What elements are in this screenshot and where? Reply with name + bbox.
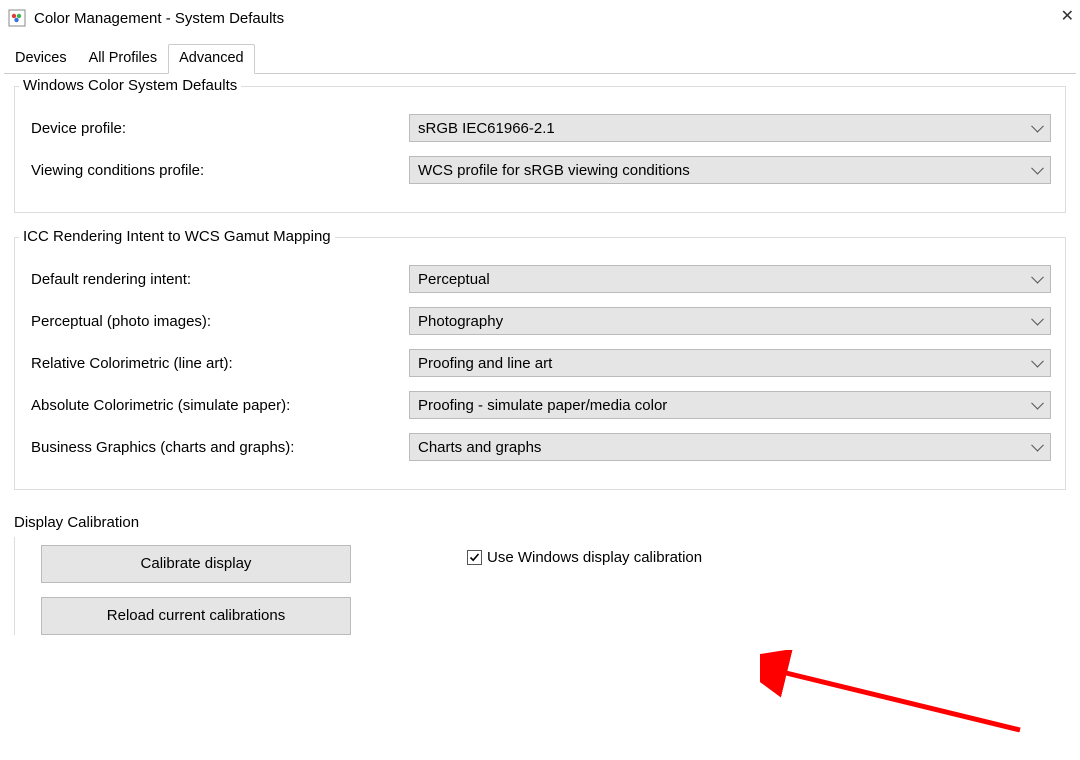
device-profile-select[interactable]: sRGB IEC61966-2.1 xyxy=(409,114,1051,142)
icc-mapping-legend: ICC Rendering Intent to WCS Gamut Mappin… xyxy=(19,228,335,245)
display-calibration-legend: Display Calibration xyxy=(14,514,145,531)
relative-value: Proofing and line art xyxy=(418,355,552,372)
absolute-label: Absolute Colorimetric (simulate paper): xyxy=(29,397,409,414)
wcs-defaults-legend: Windows Color System Defaults xyxy=(19,77,241,94)
calibrate-display-button[interactable]: Calibrate display xyxy=(41,545,351,583)
use-windows-calibration-checkbox-row[interactable]: Use Windows display calibration xyxy=(467,549,702,566)
use-windows-calibration-checkbox[interactable] xyxy=(467,550,482,565)
perceptual-value: Photography xyxy=(418,313,503,330)
default-intent-value: Perceptual xyxy=(418,271,490,288)
default-intent-select[interactable]: Perceptual xyxy=(409,265,1051,293)
business-value: Charts and graphs xyxy=(418,439,541,456)
titlebar: Color Management - System Defaults xyxy=(0,0,1080,36)
icc-mapping-group: ICC Rendering Intent to WCS Gamut Mappin… xyxy=(14,237,1066,490)
display-calibration-group: Display Calibration Calibrate display Re… xyxy=(14,514,1066,635)
wcs-defaults-group: Windows Color System Defaults Device pro… xyxy=(14,86,1066,213)
reload-calibrations-button[interactable]: Reload current calibrations xyxy=(41,597,351,635)
close-icon[interactable]: ✕ xyxy=(1061,6,1074,26)
tab-devices[interactable]: Devices xyxy=(4,44,78,73)
default-intent-label: Default rendering intent: xyxy=(29,271,409,288)
absolute-value: Proofing - simulate paper/media color xyxy=(418,397,667,414)
perceptual-select[interactable]: Photography xyxy=(409,307,1051,335)
relative-label: Relative Colorimetric (line art): xyxy=(29,355,409,372)
viewing-conditions-value: WCS profile for sRGB viewing conditions xyxy=(418,162,690,179)
absolute-select[interactable]: Proofing - simulate paper/media color xyxy=(409,391,1051,419)
use-windows-calibration-label: Use Windows display calibration xyxy=(487,549,702,566)
tab-content: Windows Color System Defaults Device pro… xyxy=(0,74,1080,635)
business-select[interactable]: Charts and graphs xyxy=(409,433,1051,461)
perceptual-label: Perceptual (photo images): xyxy=(29,313,409,330)
business-label: Business Graphics (charts and graphs): xyxy=(29,439,409,456)
tab-all-profiles[interactable]: All Profiles xyxy=(78,44,169,73)
window-title: Color Management - System Defaults xyxy=(34,10,284,27)
relative-select[interactable]: Proofing and line art xyxy=(409,349,1051,377)
tab-advanced[interactable]: Advanced xyxy=(168,44,255,74)
app-icon xyxy=(8,9,26,27)
annotation-arrow xyxy=(760,650,1060,760)
device-profile-value: sRGB IEC61966-2.1 xyxy=(418,120,555,137)
viewing-conditions-select[interactable]: WCS profile for sRGB viewing conditions xyxy=(409,156,1051,184)
device-profile-label: Device profile: xyxy=(29,120,409,137)
tab-strip: Devices All Profiles Advanced xyxy=(4,44,1076,74)
viewing-conditions-label: Viewing conditions profile: xyxy=(29,162,409,179)
